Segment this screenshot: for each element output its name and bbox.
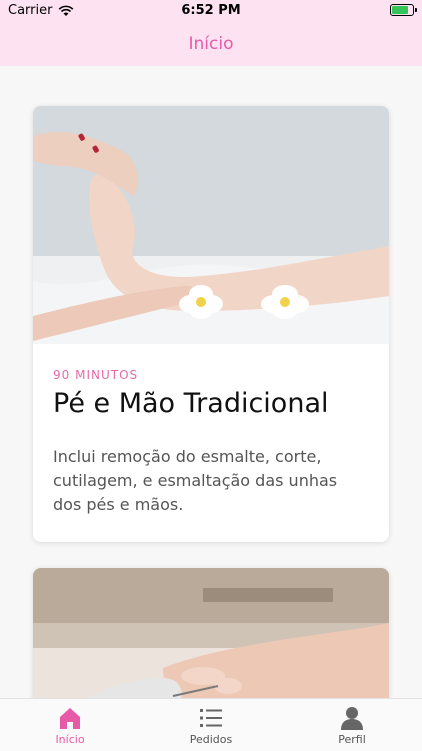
tab-pedidos[interactable]: Pedidos: [161, 705, 261, 746]
tab-perfil[interactable]: Perfil: [302, 705, 402, 746]
service-photo: [33, 568, 389, 698]
service-card[interactable]: 90 MINUTOS Pé e Mão Tradicional Inclui r…: [33, 106, 389, 542]
tab-bar: Início Pedidos Perfil: [0, 698, 422, 751]
service-photo: [33, 106, 389, 344]
tab-label: Início: [55, 733, 85, 746]
tab-inicio[interactable]: Início: [20, 705, 120, 746]
page-title: Início: [188, 34, 234, 54]
pedicure-photo-illustration: [33, 106, 389, 344]
tab-label: Pedidos: [189, 733, 233, 746]
home-icon: [60, 708, 80, 729]
service-card[interactable]: [33, 568, 389, 698]
status-time: 6:52 PM: [181, 3, 241, 18]
list-icon: [200, 709, 222, 727]
navigation-bar: Início: [0, 22, 422, 67]
service-description: Inclui remoção do esmalte, corte, cutila…: [53, 447, 338, 514]
service-card-body: 90 MINUTOS Pé e Mão Tradicional Inclui r…: [33, 368, 389, 517]
status-bar: Carrier 6:52 PM: [0, 0, 422, 22]
services-list[interactable]: 90 MINUTOS Pé e Mão Tradicional Inclui r…: [0, 66, 422, 698]
pedicure-photo-illustration: [33, 568, 389, 698]
service-title: Pé e Mão Tradicional: [53, 388, 329, 419]
person-icon: [341, 707, 363, 730]
battery-icon: [390, 4, 417, 16]
service-duration: 90 MINUTOS: [53, 368, 139, 382]
tab-label: Perfil: [338, 733, 366, 746]
